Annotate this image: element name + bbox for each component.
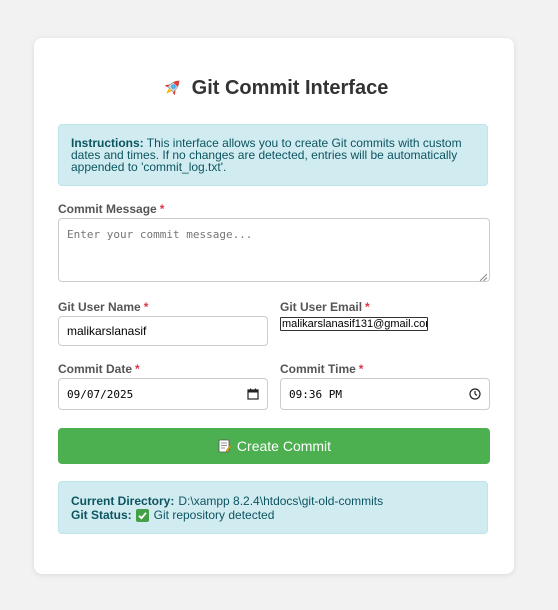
required-mark: * — [143, 300, 149, 314]
create-commit-button-label: Create Commit — [236, 438, 332, 454]
commit-date-input[interactable]: 09/07/2025 — [58, 378, 268, 410]
commit-time-value: 09:36 PM — [289, 387, 342, 401]
commit-time-input[interactable]: 09:36 PM — [280, 378, 490, 410]
commit-time-label-text: Commit Time — [280, 362, 356, 376]
git-user-email-value: malikarslanasif131@gmail.com — [282, 318, 428, 330]
required-mark: * — [358, 362, 364, 376]
commit-date-value: 09/07/2025 — [67, 387, 134, 401]
rocket-icon — [160, 76, 184, 100]
status-box: Current Directory: D:\xampp 8.2.4\htdocs… — [58, 481, 488, 534]
instructions-box: Instructions: This interface allows you … — [58, 124, 488, 186]
memo-icon — [217, 439, 232, 453]
current-directory-value: D:\xampp 8.2.4\htdocs\git-old-commits — [178, 494, 384, 508]
calendar-icon[interactable] — [247, 388, 259, 400]
current-directory-row: Current Directory: D:\xampp 8.2.4\htdocs… — [71, 494, 475, 508]
commit-form-card: Git Commit Interface Instructions: This … — [34, 38, 514, 574]
git-user-name-label-text: Git User Name — [58, 300, 141, 314]
required-mark: * — [159, 202, 165, 216]
page-title: Git Commit Interface — [191, 76, 389, 99]
resize-grip-icon[interactable] — [479, 271, 488, 282]
git-status-value: Git repository detected — [153, 508, 275, 522]
git-status-row: Git Status: Git repository detected — [71, 508, 475, 522]
git-status-label: Git Status: — [71, 508, 132, 522]
current-directory-label: Current Directory: — [71, 494, 175, 508]
required-mark: * — [135, 362, 140, 376]
commit-message-input[interactable]: Enter your commit message... — [58, 218, 490, 282]
commit-date-label-text: Commit Date — [58, 362, 133, 376]
git-user-name-input[interactable]: malikarslanasif — [58, 316, 268, 346]
commit-date-label: Commit Date * — [58, 362, 140, 376]
commit-message-label: Commit Message * — [58, 202, 164, 216]
check-mark-icon — [135, 508, 149, 522]
commit-time-label: Commit Time * — [280, 362, 363, 376]
git-user-name-value: malikarslanasif — [67, 324, 147, 338]
create-commit-button[interactable]: Create Commit — [58, 428, 490, 464]
git-user-name-label: Git User Name * — [58, 300, 148, 314]
clock-icon[interactable] — [469, 388, 481, 400]
required-mark: * — [365, 300, 370, 314]
git-user-email-label-text: Git User Email — [280, 300, 363, 314]
commit-message-placeholder: Enter your commit message... — [67, 228, 253, 241]
commit-message-label-text: Commit Message — [58, 202, 157, 216]
git-user-email-input[interactable]: malikarslanasif131@gmail.com — [280, 317, 428, 331]
page-header: Git Commit Interface — [34, 76, 514, 100]
git-user-email-label: Git User Email * — [280, 300, 370, 314]
